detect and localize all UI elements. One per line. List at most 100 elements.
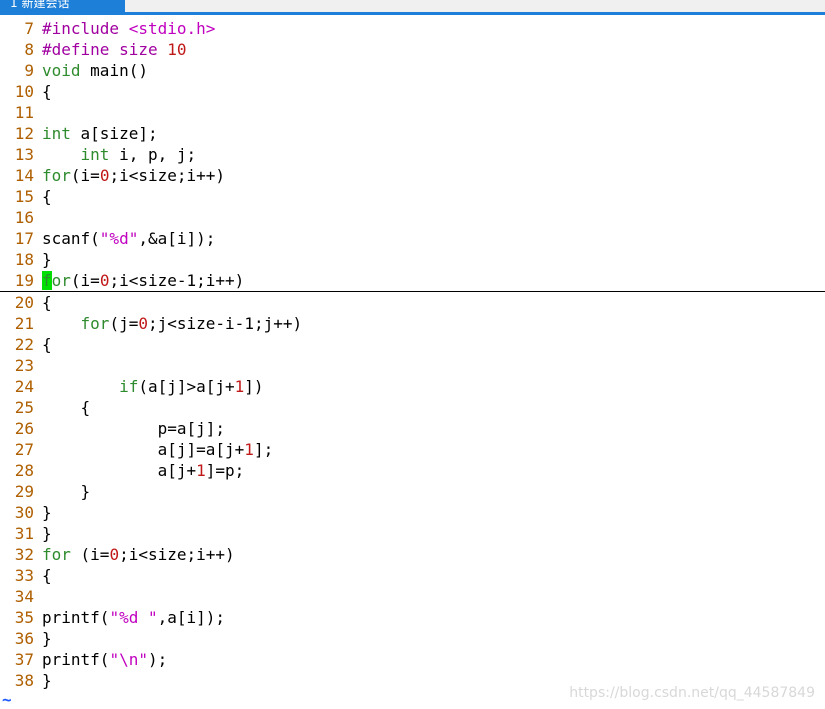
code-token: int xyxy=(80,145,120,164)
code-line[interactable]: 9 void main() xyxy=(0,60,825,81)
code-line[interactable]: 36} xyxy=(0,628,825,649)
code-token: { xyxy=(42,335,52,354)
code-line[interactable]: 24 if(a[j]>a[j+1]) xyxy=(0,376,825,397)
code-text: for(j=0;j<size-i-1;j++) xyxy=(42,314,303,333)
code-line[interactable]: 33 { xyxy=(0,565,825,586)
line-number: 8 xyxy=(24,40,34,59)
code-token: printf( xyxy=(42,650,110,669)
code-text: #include <stdio.h> xyxy=(42,19,215,38)
code-token: 1 xyxy=(234,377,245,396)
line-number: 11 xyxy=(14,103,34,122)
line-number: 35 xyxy=(14,608,34,627)
code-token: { xyxy=(42,187,52,206)
code-line[interactable]: 27 a[j]=a[j+1]; xyxy=(0,439,825,460)
code-text: printf("%d ",a[i]); xyxy=(42,608,225,627)
line-number: 22 xyxy=(14,335,34,354)
code-token: { xyxy=(42,566,52,585)
code-text: void main() xyxy=(42,61,148,80)
code-token: ;i<size;i++) xyxy=(119,545,235,564)
code-token: main() xyxy=(90,61,148,80)
code-token: void xyxy=(42,61,91,80)
code-text: a[j]=a[j+1]; xyxy=(42,440,274,459)
line-number: 16 xyxy=(14,208,34,227)
line-number: 12 xyxy=(14,124,34,143)
code-line[interactable]: 10 { xyxy=(0,81,825,102)
code-line[interactable]: 15 { xyxy=(0,186,825,207)
code-token: if xyxy=(119,377,139,396)
code-token: 0 xyxy=(109,545,120,564)
code-token: 0 xyxy=(99,271,110,290)
code-line[interactable]: 8 #define size 10 xyxy=(0,39,825,60)
code-line[interactable]: 35 printf("%d ",a[i]); xyxy=(0,607,825,628)
line-number: 24 xyxy=(14,377,34,396)
code-line[interactable]: 31} xyxy=(0,523,825,544)
line-number: 19 xyxy=(14,271,34,290)
code-token: } xyxy=(42,671,52,690)
line-number: 7 xyxy=(24,19,34,38)
code-text: } xyxy=(42,250,52,269)
code-token: ,&a[i]); xyxy=(138,229,216,248)
code-token: 1 xyxy=(196,461,206,480)
code-token: } xyxy=(42,524,52,543)
code-token: (i= xyxy=(70,166,100,185)
line-number: 18 xyxy=(14,250,34,269)
code-line[interactable]: 14 for(i=0;i<size;i++) xyxy=(0,165,825,186)
code-line[interactable]: 32 for (i=0;i<size;i++) xyxy=(0,544,825,565)
code-token: } xyxy=(42,250,52,269)
line-number: 21 xyxy=(14,314,34,333)
code-token: a[j]=a[j+ xyxy=(42,440,245,459)
code-token: { xyxy=(42,398,91,417)
code-text: { xyxy=(42,82,52,101)
code-line[interactable]: 19 for(i=0;i<size-1;i++) xyxy=(0,270,825,292)
line-number: 36 xyxy=(14,629,34,648)
line-number: 10 xyxy=(14,82,34,101)
code-token: } xyxy=(42,629,52,648)
tab-session[interactable]: 1 新建会话 xyxy=(0,0,125,12)
code-token: ); xyxy=(147,650,168,669)
code-line[interactable]: 18} xyxy=(0,249,825,270)
code-text: } xyxy=(42,503,52,522)
code-text: if(a[j]>a[j+1]) xyxy=(42,377,264,396)
line-number: 17 xyxy=(14,229,34,248)
code-line[interactable]: 25 { xyxy=(0,397,825,418)
line-number: 32 xyxy=(14,545,34,564)
code-line[interactable]: 12 int a[size]; xyxy=(0,123,825,144)
code-line[interactable]: 34 xyxy=(0,586,825,607)
code-token: (a[j]>a[j+ xyxy=(138,377,235,396)
end-of-buffer-marker: ~ xyxy=(2,690,12,709)
code-line[interactable]: 23 xyxy=(0,355,825,376)
code-line[interactable]: 30} xyxy=(0,502,825,523)
code-token: "%d" xyxy=(99,229,139,248)
code-line[interactable]: 16 xyxy=(0,207,825,228)
code-token: } xyxy=(42,503,52,522)
line-number: 20 xyxy=(14,293,34,312)
code-editor[interactable]: 7 #include <stdio.h> 8 #define size 10 9 void… xyxy=(0,18,825,691)
code-token: size xyxy=(119,40,168,59)
code-token: } xyxy=(42,482,91,501)
code-line[interactable]: 29 } xyxy=(0,481,825,502)
line-number: 37 xyxy=(14,650,34,669)
code-line[interactable]: 21 for(j=0;j<size-i-1;j++) xyxy=(0,313,825,334)
code-line[interactable]: 13 int i, p, j; xyxy=(0,144,825,165)
line-number: 23 xyxy=(14,356,34,375)
code-token: p=a[j]; xyxy=(42,419,226,438)
line-number: 28 xyxy=(14,461,34,480)
code-line[interactable]: 20 { xyxy=(0,292,825,313)
line-number: 9 xyxy=(24,61,34,80)
code-line[interactable]: 11 xyxy=(0,102,825,123)
code-text: printf("\n"); xyxy=(42,650,167,669)
code-text: } xyxy=(42,671,52,690)
code-token: 1 xyxy=(244,440,254,459)
code-line[interactable]: 17 scanf("%d",&a[i]); xyxy=(0,228,825,249)
code-line[interactable]: 7 #include <stdio.h> xyxy=(0,18,825,39)
code-line[interactable]: 37 printf("\n"); xyxy=(0,649,825,670)
code-token: ;j<size-i-1;j++) xyxy=(147,314,303,333)
code-text: a[j+1]=p; xyxy=(42,461,245,480)
code-text: } xyxy=(42,482,91,501)
code-line[interactable]: 28 a[j+1]=p; xyxy=(0,460,825,481)
code-line[interactable]: 26 p=a[j]; xyxy=(0,418,825,439)
code-line[interactable]: 22 { xyxy=(0,334,825,355)
code-token: a[size]; xyxy=(80,124,158,143)
